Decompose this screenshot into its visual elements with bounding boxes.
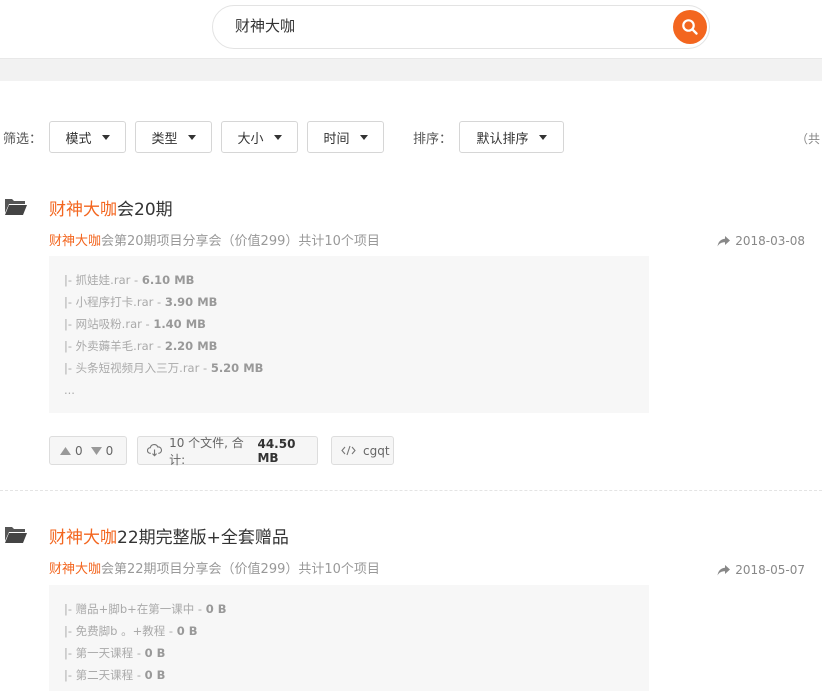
downvote-icon[interactable]: [90, 446, 102, 455]
file-item: |- 抓娃娃.rar - 6.10 MB: [64, 273, 195, 287]
cloud-download-icon: [147, 444, 163, 457]
upvote-icon[interactable]: [60, 446, 71, 455]
sort-label: 排序：: [413, 132, 453, 147]
file-item: |- 头条短视频月入三万.rar - 5.20 MB: [64, 361, 264, 375]
vote-button[interactable]: 0 0: [49, 436, 127, 465]
mode-dropdown-label: 模式: [65, 131, 92, 147]
result-title-link[interactable]: 财神大咖22期完整版+全套赠品: [49, 523, 289, 548]
time-dropdown[interactable]: 时间: [307, 121, 384, 153]
mode-dropdown[interactable]: 模式: [49, 121, 126, 153]
result-divider: [0, 490, 822, 491]
download-button[interactable]: 10 个文件, 合计: 44.50 MB: [137, 435, 318, 467]
file-item: |- 小程序打卡.rar - 3.90 MB: [64, 295, 218, 309]
desc-rest: 会第20期项目分享会（价值299）共计10个项目: [101, 234, 380, 249]
desc-rest: 会第22期项目分享会（价值299）共计10个项目: [101, 562, 380, 577]
result-date: 2018-03-08: [717, 234, 805, 248]
file-item: |- 第一天课程 - 0 B: [64, 646, 166, 660]
downvote-count: 0: [105, 443, 114, 458]
search-input[interactable]: [235, 16, 655, 34]
file-item: |- 第二天课程 - 0 B: [64, 668, 166, 682]
search-icon: [682, 19, 698, 35]
caret-down-icon: [273, 134, 282, 140]
title-rest: 会20期: [117, 200, 173, 220]
result-date: 2018-05-07: [717, 563, 805, 577]
result-count-text: （共: [795, 132, 820, 146]
title-rest: 22期完整版+全套赠品: [117, 528, 289, 548]
date-text: 2018-03-08: [735, 234, 805, 248]
header-band: [0, 59, 822, 81]
size-dropdown[interactable]: 大小: [221, 121, 298, 153]
caret-down-icon: [359, 134, 368, 140]
sort-dropdown[interactable]: 默认排序: [459, 121, 564, 153]
title-highlight: 财神大咖: [49, 528, 117, 548]
filter-label: 筛选：: [3, 132, 43, 147]
title-highlight: 财神大咖: [49, 200, 117, 220]
share-arrow-icon: [717, 235, 731, 246]
date-text: 2018-05-07: [735, 563, 805, 577]
file-item: |- 网站吸粉.rar - 1.40 MB: [64, 317, 206, 331]
file-list: |- 抓娃娃.rar - 6.10 MB |- 小程序打卡.rar - 3.90…: [49, 256, 649, 413]
file-list: |- 赠品+脚b+在第一课中 - 0 B |- 免费脚b 。+教程 - 0 B …: [49, 585, 649, 691]
caret-down-icon: [187, 134, 196, 140]
result-description: 财神大咖会第20期项目分享会（价值299）共计10个项目: [49, 230, 380, 249]
folder-icon: [5, 527, 27, 543]
desc-highlight: 财神大咖: [49, 562, 102, 577]
file-more: ...: [64, 383, 75, 397]
file-item: |- 外卖薅羊毛.rar - 2.20 MB: [64, 339, 218, 353]
total-size: 44.50 MB: [257, 436, 296, 465]
share-arrow-icon: [717, 564, 731, 575]
caret-down-icon: [538, 134, 547, 140]
result-title-link[interactable]: 财神大咖会20期: [49, 195, 173, 220]
code-text: cgqt: [363, 443, 390, 458]
upvote-count: 0: [75, 443, 83, 458]
file-count-text: 10 个文件, 合计:: [169, 435, 244, 467]
size-dropdown-label: 大小: [237, 131, 264, 147]
folder-icon: [5, 199, 27, 215]
sort-dropdown-label: 默认排序: [476, 131, 529, 147]
caret-down-icon: [101, 134, 110, 140]
file-item: |- 赠品+脚b+在第一课中 - 0 B: [64, 602, 227, 616]
result-description: 财神大咖会第22期项目分享会（价值299）共计10个项目: [49, 558, 380, 577]
time-dropdown-label: 时间: [323, 131, 350, 147]
file-item: |- 免费脚b 。+教程 - 0 B: [64, 624, 198, 638]
desc-highlight: 财神大咖: [49, 234, 102, 249]
type-dropdown-label: 类型: [151, 131, 178, 147]
search-button[interactable]: [673, 10, 707, 44]
code-button[interactable]: cgqt: [331, 436, 394, 465]
code-icon: [341, 445, 356, 456]
search-bar: [212, 5, 710, 49]
type-dropdown[interactable]: 类型: [135, 121, 212, 153]
